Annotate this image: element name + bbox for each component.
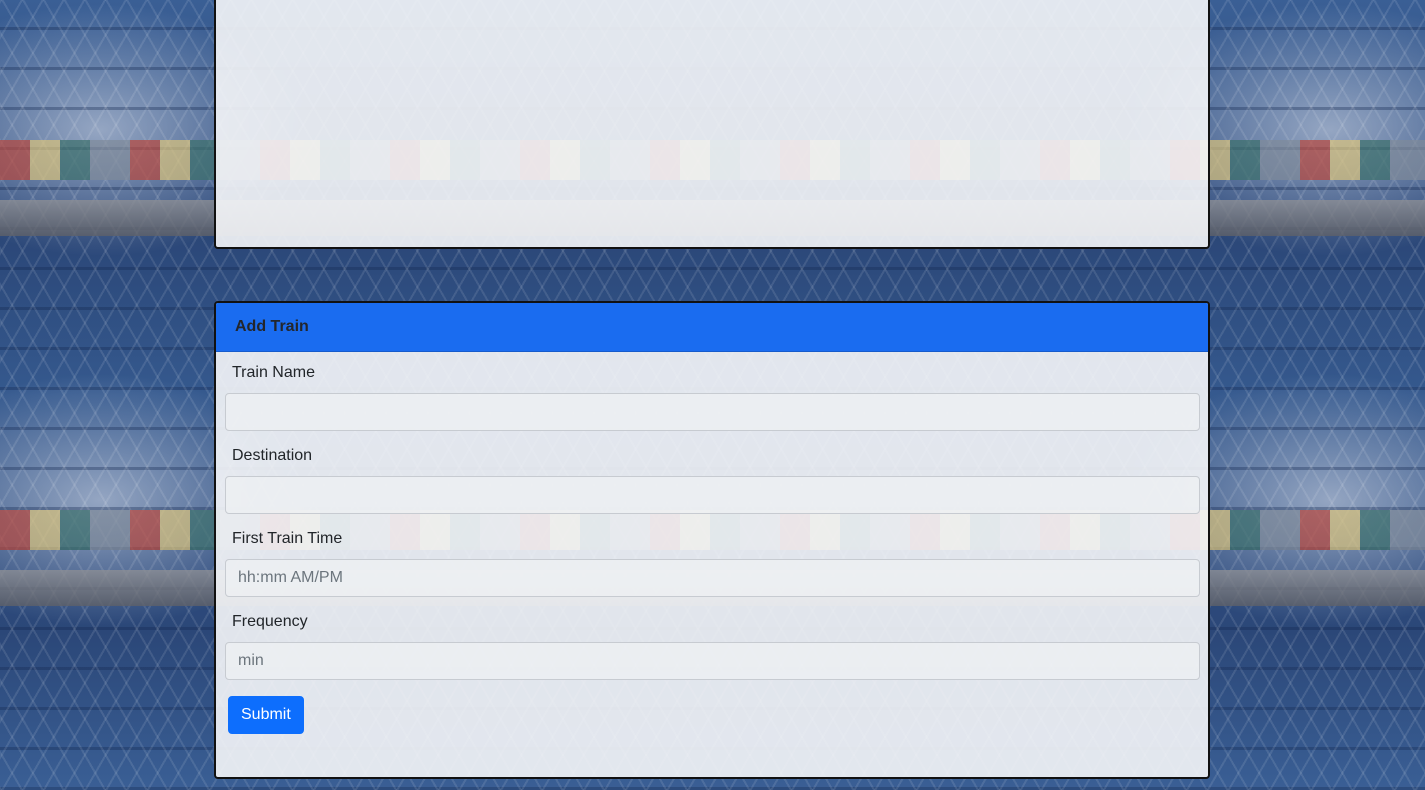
first-train-time-input[interactable] — [225, 559, 1200, 597]
train-name-label: Train Name — [232, 364, 315, 381]
train-name-input[interactable] — [225, 393, 1200, 431]
frequency-group: Frequency — [225, 611, 1200, 680]
destination-input[interactable] — [225, 476, 1200, 514]
destination-group: Destination — [225, 445, 1200, 514]
add-train-form: Train Name Destination First Train Time … — [216, 352, 1208, 734]
first-train-time-label: First Train Time — [232, 530, 343, 547]
destination-label: Destination — [232, 447, 313, 464]
frequency-input[interactable] — [225, 642, 1200, 680]
add-train-title: Add Train — [235, 318, 309, 335]
train-schedule-panel — [214, 0, 1210, 249]
first-train-time-group: First Train Time — [225, 528, 1200, 597]
add-train-card: Add Train Train Name Destination First T… — [214, 301, 1210, 779]
add-train-header: Add Train — [216, 303, 1208, 352]
train-name-group: Train Name — [225, 362, 1200, 431]
frequency-label: Frequency — [232, 613, 308, 630]
submit-button[interactable]: Submit — [228, 696, 304, 734]
